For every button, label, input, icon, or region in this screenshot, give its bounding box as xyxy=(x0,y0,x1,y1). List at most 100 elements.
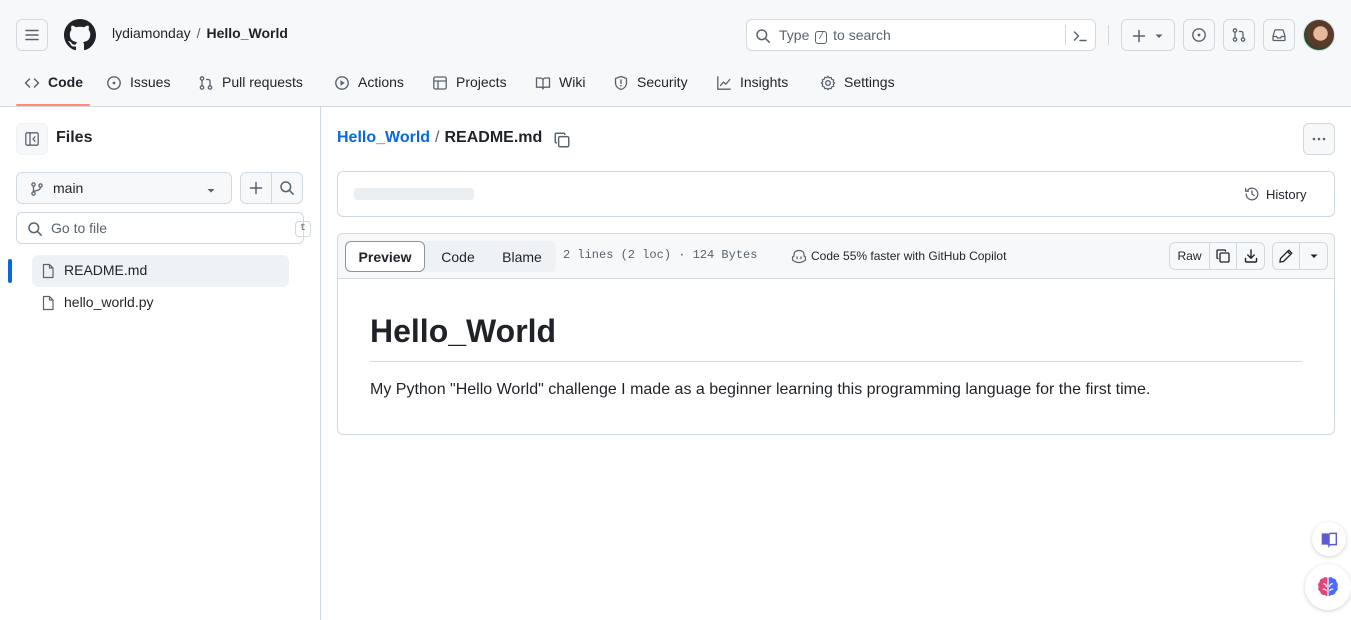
command-palette-icon[interactable] xyxy=(1072,28,1088,44)
create-new-button[interactable] xyxy=(1121,19,1175,51)
edit-button[interactable] xyxy=(1273,243,1300,269)
reader-extension-button[interactable] xyxy=(1312,522,1346,556)
readme-heading: Hello_World xyxy=(370,313,557,349)
latest-commit-box: History xyxy=(337,171,1335,217)
shield-icon xyxy=(614,75,628,91)
table-icon xyxy=(433,76,447,90)
search-placeholder: Type / to search xyxy=(779,27,891,44)
search-icon xyxy=(756,29,770,43)
divider xyxy=(1065,25,1066,45)
copy-icon xyxy=(1216,249,1230,263)
file-toolbar: Preview Code Blame 2 lines (2 loc) · 124… xyxy=(338,234,1334,279)
tab-pull-requests[interactable]: Pull requests xyxy=(198,66,303,106)
repo-link[interactable]: Hello_World xyxy=(207,25,288,41)
brain-icon xyxy=(1318,577,1338,597)
tab-label: Wiki xyxy=(559,74,586,90)
copilot-label: Code 55% faster with GitHub Copilot xyxy=(811,249,1007,263)
file-icon xyxy=(42,263,54,279)
tab-wiki[interactable]: Wiki xyxy=(535,66,585,106)
more-options-button[interactable] xyxy=(1303,123,1335,155)
owner-link[interactable]: lydiamonday xyxy=(112,25,191,41)
breadcrumb: Hello_World / README.md xyxy=(337,129,542,147)
path-separator: / xyxy=(196,25,201,41)
code-icon xyxy=(24,78,40,88)
plus-icon xyxy=(1132,29,1146,43)
copy-raw-button[interactable] xyxy=(1210,243,1237,269)
global-bar: lydiamonday / Hello_World Type / to search xyxy=(0,16,1351,54)
user-avatar[interactable] xyxy=(1303,19,1335,51)
issue-icon xyxy=(1192,28,1206,42)
copilot-icon xyxy=(791,249,807,264)
edit-options-button[interactable] xyxy=(1300,243,1327,269)
breadcrumb-separator: / xyxy=(435,129,440,146)
file-tree-item-readme[interactable]: README.md xyxy=(32,255,289,287)
loading-placeholder xyxy=(354,188,474,200)
repo-nav: Code Issues Pull requests Actions Projec… xyxy=(0,66,1351,107)
tab-settings[interactable]: Settings xyxy=(820,66,895,106)
tab-label: Projects xyxy=(456,74,507,90)
gear-icon xyxy=(820,75,836,91)
copy-icon[interactable] xyxy=(553,131,571,149)
branch-label: main xyxy=(53,180,84,196)
issues-button[interactable] xyxy=(1183,19,1215,51)
pull-request-icon xyxy=(1232,28,1246,42)
issue-icon xyxy=(107,76,121,90)
graph-icon xyxy=(717,76,731,90)
tab-code[interactable]: Code xyxy=(24,66,83,106)
breadcrumb-repo-link[interactable]: Hello_World xyxy=(337,129,430,146)
pull-requests-button[interactable] xyxy=(1223,19,1255,51)
file-tree-item-hello-world-py[interactable]: hello_world.py xyxy=(32,287,289,319)
tab-label: Issues xyxy=(130,74,171,90)
file-name: README.md xyxy=(64,262,148,278)
hamburger-icon xyxy=(25,29,39,41)
tab-label: Actions xyxy=(358,74,404,90)
raw-actions-group: Raw xyxy=(1169,242,1265,270)
preview-tab[interactable]: Preview xyxy=(345,241,425,272)
tab-issues[interactable]: Issues xyxy=(106,66,170,106)
collapse-sidebar-button[interactable] xyxy=(16,123,48,155)
repo-path: lydiamonday / Hello_World xyxy=(112,25,288,41)
tab-label: Settings xyxy=(844,74,895,90)
history-label: History xyxy=(1266,186,1307,202)
search-files-button[interactable] xyxy=(271,172,303,204)
tab-security[interactable]: Security xyxy=(613,66,688,106)
inbox-icon xyxy=(1272,29,1286,42)
branch-icon xyxy=(31,182,43,196)
branch-selector[interactable]: main xyxy=(16,172,232,204)
kebab-horizontal-icon xyxy=(1312,137,1326,141)
tab-projects[interactable]: Projects xyxy=(432,66,507,106)
book-open-icon xyxy=(1321,532,1338,548)
play-icon xyxy=(335,76,349,90)
search-icon xyxy=(28,222,42,236)
tab-actions[interactable]: Actions xyxy=(334,66,404,106)
ai-assistant-extension-button[interactable] xyxy=(1305,564,1351,610)
shortcut-key: t xyxy=(295,221,311,237)
copilot-promo-link[interactable]: Code 55% faster with GitHub Copilot xyxy=(791,248,1006,264)
file-icon xyxy=(42,295,54,311)
active-file-indicator xyxy=(8,259,12,283)
heading-divider xyxy=(370,361,1302,362)
tab-label: Code xyxy=(48,74,83,90)
go-to-file-input[interactable] xyxy=(51,218,271,238)
raw-button[interactable]: Raw xyxy=(1170,243,1210,269)
github-logo-icon[interactable] xyxy=(64,19,96,51)
selected-tab-indicator xyxy=(16,104,90,106)
menu-button[interactable] xyxy=(16,19,48,51)
file-viewer: Preview Code Blame 2 lines (2 loc) · 124… xyxy=(337,233,1335,435)
inbox-button[interactable] xyxy=(1263,19,1295,51)
search-input[interactable]: Type / to search xyxy=(746,19,1096,51)
readme-paragraph: My Python "Hello World" challenge I made… xyxy=(370,381,1151,398)
triangle-down-icon xyxy=(1155,34,1163,38)
divider xyxy=(1108,25,1109,45)
tab-insights[interactable]: Insights xyxy=(716,66,788,106)
code-tab[interactable]: Code xyxy=(427,241,489,272)
history-button[interactable]: History xyxy=(1244,180,1306,208)
blame-tab[interactable]: Blame xyxy=(490,241,554,272)
search-suffix: to search xyxy=(833,27,891,43)
download-button[interactable] xyxy=(1237,243,1264,269)
sidebar-title: Files xyxy=(56,129,93,146)
search-prefix: Type xyxy=(779,27,810,43)
file-name: hello_world.py xyxy=(64,294,154,310)
add-file-button[interactable] xyxy=(240,172,272,204)
go-to-file-field[interactable]: t xyxy=(16,212,311,244)
